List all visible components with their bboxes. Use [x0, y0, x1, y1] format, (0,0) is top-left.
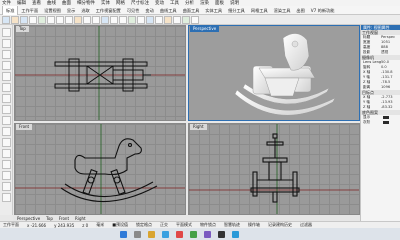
new-file-icon[interactable] [2, 15, 10, 24]
point-tool-icon[interactable] [2, 39, 11, 48]
select-tool-icon[interactable] [2, 28, 11, 37]
boolean-tool-icon[interactable] [2, 149, 11, 158]
circle-tool-icon[interactable] [2, 83, 11, 92]
viewport-tab-right[interactable]: Right [75, 216, 86, 221]
left-tool-palette [0, 25, 13, 215]
tab-render-tools[interactable]: 渲染工具 [271, 6, 294, 15]
curve-tool-icon[interactable] [2, 72, 11, 81]
tab-set-view[interactable]: 设置视图 [41, 6, 64, 15]
viewport-top[interactable]: Top [14, 25, 186, 121]
fillet-tool-icon[interactable] [2, 160, 11, 169]
status-bar: 工作平面 x -21.666 y 243.935 z 0 毫米 ■预设值 锁定格… [0, 221, 400, 228]
prop-row[interactable]: 灰阶 [361, 120, 400, 125]
surface-tool-icon[interactable] [2, 116, 11, 125]
app-icon[interactable] [190, 230, 197, 238]
select-icon[interactable] [128, 15, 136, 24]
open-file-icon[interactable] [11, 15, 19, 24]
arc-tool-icon[interactable] [2, 94, 11, 103]
light-icon[interactable] [182, 15, 190, 24]
rectangle-tool-icon[interactable] [2, 105, 11, 114]
app-icon[interactable] [176, 230, 183, 238]
toolbar-tabs: 标准 工作平面 设置视图 显示 选取 工作视窗配置 可见性 变动 曲线工具 曲面… [0, 5, 400, 15]
pan-icon[interactable] [83, 15, 91, 24]
solid-tool-icon[interactable] [2, 138, 11, 147]
tab-standard[interactable]: 标准 [2, 5, 19, 15]
undo-icon[interactable] [74, 15, 82, 24]
options-icon[interactable] [191, 15, 199, 24]
tab-subd-tools[interactable]: 细分工具 [225, 6, 248, 15]
grid-icon[interactable] [137, 15, 145, 24]
tab-curve-tools[interactable]: 曲线工具 [157, 6, 180, 15]
tab-visibility[interactable]: 可见性 [124, 6, 143, 15]
top-view-wireframe [15, 26, 185, 120]
right-view-wireframe [189, 124, 359, 214]
tab-surface-tools[interactable]: 曲面工具 [180, 6, 203, 15]
dimension-tool-icon[interactable] [2, 193, 11, 202]
save-icon[interactable] [20, 15, 28, 24]
checkbox[interactable] [383, 116, 389, 119]
zoom-window-icon[interactable] [110, 15, 118, 24]
tab-display[interactable]: 显示 [64, 6, 78, 15]
layer-icon[interactable] [173, 15, 181, 24]
shaded-icon[interactable] [155, 15, 163, 24]
move-tool-icon[interactable] [2, 171, 11, 180]
tab-new-in-v7[interactable]: V7 的新功能 [308, 6, 338, 15]
import-icon[interactable] [38, 15, 46, 24]
paste-icon[interactable] [65, 15, 73, 24]
zoom-icon[interactable] [101, 15, 109, 24]
cplane-icon[interactable] [146, 15, 154, 24]
search-icon[interactable] [134, 230, 141, 238]
status-z: z 0 [82, 222, 89, 228]
app-icon[interactable] [232, 230, 239, 238]
copy-icon[interactable] [56, 15, 64, 24]
viewport-tab-front[interactable]: Front [59, 216, 69, 221]
zoom-extents-icon[interactable] [119, 15, 127, 24]
viewport-front[interactable]: Front [14, 123, 186, 215]
print-icon[interactable] [29, 15, 37, 24]
start-icon[interactable] [120, 230, 127, 238]
app-icon[interactable] [204, 230, 211, 238]
viewport-right[interactable]: Right [188, 123, 360, 215]
properties-panel: 属性: 视图属性 工作视窗 标题 Perspec 宽度 1051 高度 888 投影透… [360, 25, 400, 221]
rotate-view-icon[interactable] [92, 15, 100, 24]
tab-transform[interactable]: 变动 [142, 6, 156, 15]
tab-viewport-layout[interactable]: 工作视窗配置 [93, 6, 124, 15]
perspective-model-render [234, 33, 336, 116]
rhino-icon[interactable] [218, 230, 225, 238]
cut-icon[interactable] [47, 15, 55, 24]
mirror-tool-icon[interactable] [2, 182, 11, 191]
viewport-perspective[interactable]: Perspective [188, 25, 360, 121]
viewport-tab-top[interactable]: Top [46, 216, 53, 221]
tab-drafting[interactable]: 出图 [293, 6, 307, 15]
browser-icon[interactable] [162, 230, 169, 238]
os-taskbar [0, 228, 400, 240]
tab-select[interactable]: 选取 [78, 6, 92, 15]
status-x: x -21.666 [27, 222, 47, 228]
line-tool-icon[interactable] [2, 50, 11, 59]
tab-cplanes[interactable]: 工作平面 [18, 6, 41, 15]
extrude-tool-icon[interactable] [2, 127, 11, 136]
rendered-icon[interactable] [164, 15, 172, 24]
standard-toolbar [0, 15, 400, 25]
folder-icon[interactable] [148, 230, 155, 238]
front-view-wireframe [15, 124, 185, 214]
viewport-tab-perspective[interactable]: Perspective [17, 216, 40, 221]
tab-mesh-tools[interactable]: 网格工具 [248, 6, 271, 15]
status-y: y 243.935 [54, 222, 75, 228]
tab-solid-tools[interactable]: 实体工具 [202, 6, 225, 15]
polyline-tool-icon[interactable] [2, 61, 11, 70]
checkbox[interactable] [383, 121, 389, 124]
